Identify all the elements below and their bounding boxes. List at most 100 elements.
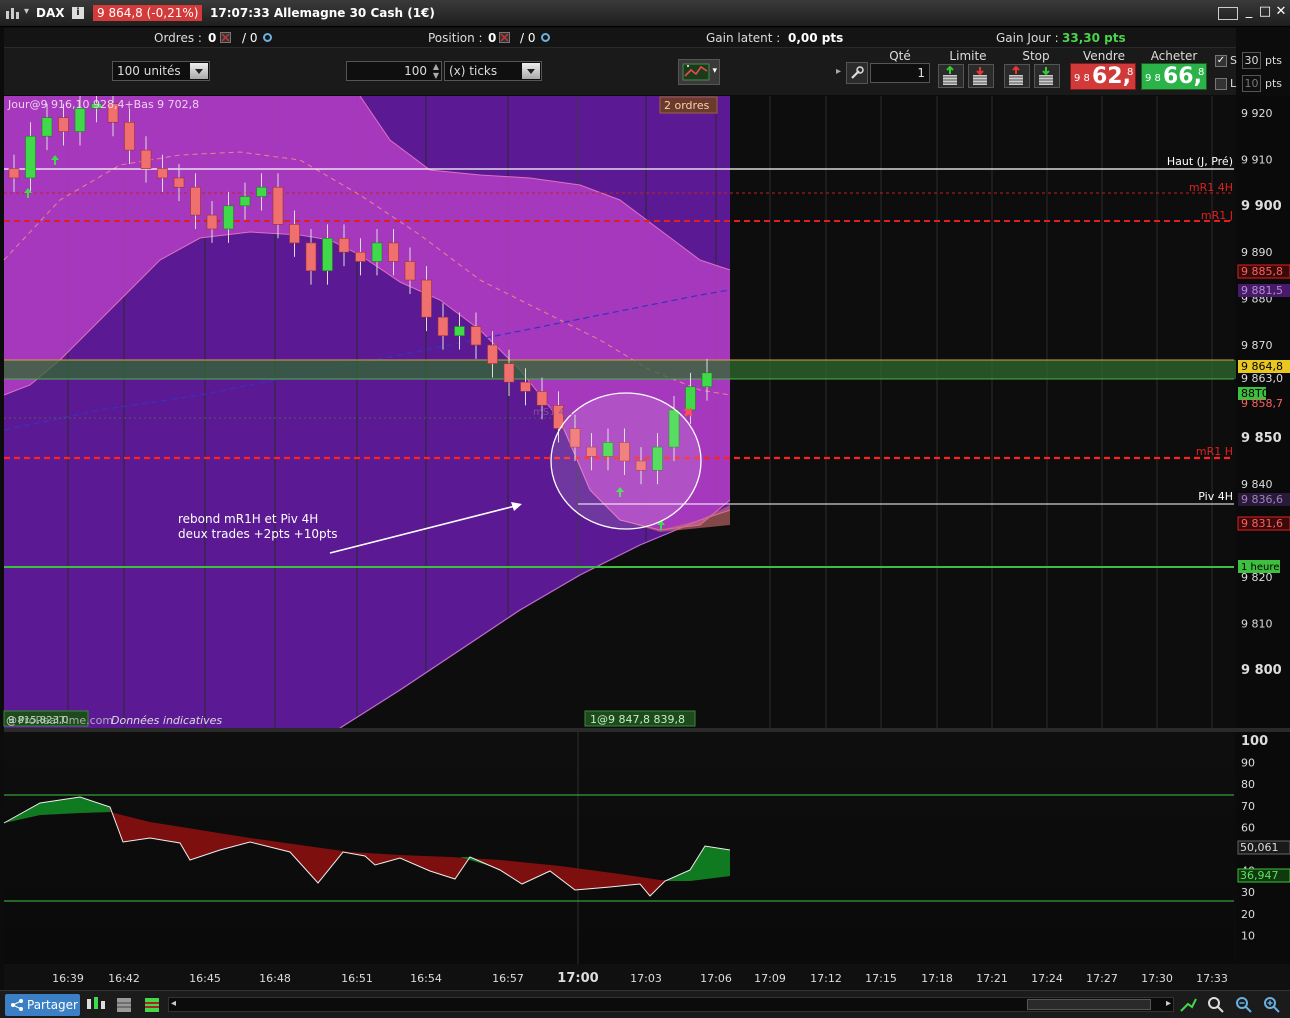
candle-body (58, 117, 69, 132)
candle-body (470, 326, 482, 346)
candle-body (520, 381, 531, 392)
bottom-mid-badge: 1@9 847,8 839,8 (590, 713, 685, 726)
collapse-arrow-icon[interactable]: ▸ (836, 52, 846, 92)
panel-separator[interactable] (4, 728, 1290, 732)
time-tick-label: 17:09 (754, 972, 786, 985)
candle-type-icon[interactable] (84, 995, 108, 1015)
dax-chart-icon (6, 8, 19, 19)
limit-sell-icon (973, 67, 987, 85)
limit-checkbox[interactable] (1215, 78, 1227, 90)
scroll-left-icon[interactable]: ◂ (171, 998, 176, 1009)
osc-tick-label: 10 (1241, 929, 1255, 942)
price-chart[interactable]: ✖ rebond mR1H et Piv 4H deux trades +2pt… (0, 96, 1290, 990)
candle-body (305, 242, 317, 272)
stop-sell-button[interactable] (1034, 64, 1060, 88)
stop-header: Stop (1022, 49, 1050, 63)
sell-header: Vendre (1083, 49, 1125, 63)
candle-body (503, 363, 515, 383)
info-icon[interactable]: i (72, 7, 84, 19)
buy-header: Acheter (1150, 49, 1198, 63)
price-tag-9: 1 heure (1241, 562, 1279, 573)
buy-price-big: 66, (1163, 64, 1202, 89)
limit-buy-button[interactable] (938, 64, 964, 88)
annotation-line-2: deux trades +2pts +10pts (178, 527, 338, 541)
price-tag-8: 9 831,6 (1241, 517, 1283, 530)
indicator-icon[interactable] (114, 995, 134, 1015)
title-bar: ▾ DAX i 9 864,8 (-0,21%) 17:07:33 Allema… (0, 0, 1290, 27)
orders-gear-icon[interactable] (262, 32, 273, 43)
sell-button[interactable]: 9 8 62, 8 (1070, 63, 1136, 90)
limit-sell-button[interactable] (968, 64, 994, 88)
zoom-out-icon[interactable] (1234, 995, 1254, 1015)
auto-scroll-icon[interactable] (1178, 995, 1198, 1015)
highlight-circle (550, 392, 702, 530)
time-tick-label: 16:39 (52, 972, 84, 985)
minimize-button[interactable]: _ (1242, 4, 1256, 20)
units-select[interactable]: 100 unités (112, 61, 210, 81)
position-gear-icon[interactable] (540, 32, 551, 43)
zoom-fit-icon[interactable] (1206, 995, 1226, 1015)
scrollbar-thumb[interactable] (1027, 999, 1151, 1010)
drawing-tools-icon[interactable] (142, 995, 162, 1015)
limit-distance-input[interactable]: 10 (1242, 75, 1261, 92)
osc-tick-label: 90 (1241, 757, 1255, 770)
candle-body (239, 196, 251, 207)
stop-buy-icon (1009, 65, 1023, 85)
candle-body (173, 177, 185, 188)
wrench-icon[interactable] (846, 62, 868, 84)
stop-checkbox-label: S (1230, 54, 1237, 67)
price-tag-6: 9 858,7 (1241, 397, 1283, 410)
price-tick-label: 9 890 (1241, 246, 1273, 259)
dropdown-arrow-icon[interactable]: ▾ (24, 6, 29, 17)
annotation-line-1: rebond mR1H et Piv 4H (178, 512, 318, 526)
qty-input[interactable]: 1 (870, 63, 930, 83)
price-change-badge: 9 864,8 (-0,21%) (93, 5, 203, 21)
candle-body (272, 186, 284, 225)
keyboard-icon[interactable] (1218, 7, 1238, 20)
stop-distance-input[interactable]: 30 (1242, 52, 1261, 69)
ticks-input[interactable]: 100 ▲ ▼ (346, 61, 442, 81)
osc-tick-label: 80 (1241, 778, 1255, 791)
price-tick-label: 9 800 (1241, 663, 1282, 678)
candle-body (8, 168, 20, 179)
price-axis[interactable] (1236, 96, 1290, 728)
osc-value-tag-1: 50,061 (1240, 841, 1279, 854)
latent-gain-label: Gain latent : (706, 31, 781, 45)
units-select-value: 100 unités (117, 64, 181, 78)
candle-body (74, 108, 86, 132)
position-value: 0 (488, 31, 497, 45)
stop-checkbox[interactable]: ✓ (1215, 55, 1227, 67)
ticks-mode-select[interactable]: (x) ticks (444, 61, 542, 81)
chevron-down-icon[interactable] (190, 63, 208, 79)
position-cancel-icon[interactable] (499, 32, 510, 43)
ticks-mode-value: (x) ticks (449, 64, 498, 78)
candle-body (388, 242, 399, 262)
chevron-down-icon[interactable] (522, 63, 540, 79)
share-button[interactable]: Partager (5, 994, 80, 1016)
time-tick-label: 17:33 (1196, 972, 1228, 985)
latent-gain-value: 0,00 pts (788, 31, 844, 45)
range-zone (4, 360, 1236, 379)
candle-body (206, 214, 218, 230)
time-scrollbar[interactable]: ◂ ▸ (168, 997, 1174, 1012)
buy-price-sup: 8 (1198, 67, 1205, 78)
time-tick-label: 17:21 (976, 972, 1008, 985)
position-separator: / 0 (520, 31, 536, 45)
price-tag-4: 9 863,0 (1241, 372, 1283, 385)
day-gain-label: Gain Jour : (996, 31, 1059, 45)
stepper-icon[interactable]: ▲ ▼ (433, 62, 439, 80)
stop-buy-button[interactable] (1004, 64, 1030, 88)
time-tick-label: 17:00 (557, 971, 598, 986)
maximize-button[interactable]: □ (1258, 4, 1272, 20)
zoom-in-icon[interactable] (1262, 995, 1282, 1015)
scroll-right-icon[interactable]: ▸ (1166, 998, 1171, 1009)
close-button[interactable]: ✕ (1274, 4, 1288, 20)
instrument-name[interactable]: DAX (36, 6, 65, 20)
candle-body (454, 326, 465, 337)
chart-tools-button[interactable]: ▾ (678, 59, 720, 85)
candle-body (190, 186, 201, 216)
buy-button[interactable]: 9 8 66, 8 (1141, 63, 1207, 90)
chevron-down-icon[interactable]: ▾ (712, 66, 717, 76)
orders-badge[interactable]: 2 ordres (664, 99, 710, 112)
orders-cancel-icon[interactable] (220, 32, 231, 43)
